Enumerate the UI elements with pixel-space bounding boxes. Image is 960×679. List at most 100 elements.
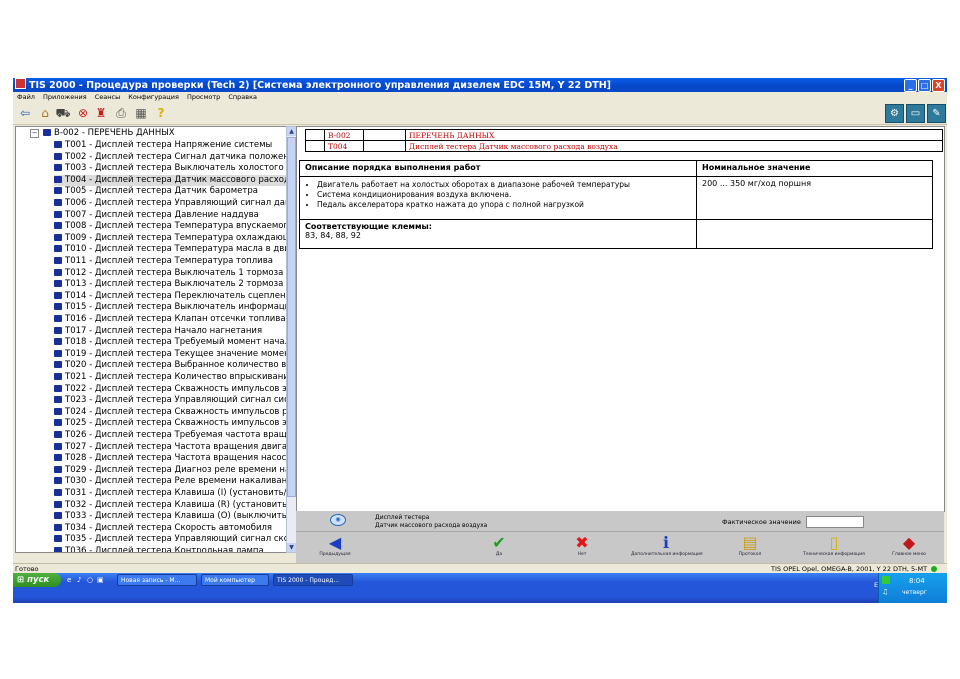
menu-sessions[interactable]: Сеансы: [95, 93, 120, 101]
tree-root[interactable]: − B-002 - ПЕРЕЧЕНЬ ДАННЫХ: [30, 128, 175, 138]
start-button[interactable]: ⊞ пуск: [13, 573, 61, 587]
tree-item[interactable]: T017 - Дисплей тестера Начало нагнетания: [54, 326, 262, 338]
media-icon[interactable]: ♪: [77, 576, 84, 584]
menu-view[interactable]: Просмотр: [187, 93, 220, 101]
main-menu-button[interactable]: ◆ Главное меню: [874, 532, 944, 557]
task-notepad[interactable]: Новая запись - М...: [117, 574, 197, 586]
menu-applications[interactable]: Приложения: [43, 93, 87, 101]
yes-button[interactable]: ✔ Да: [464, 532, 534, 557]
home-icon[interactable]: ⌂: [37, 105, 53, 121]
volume-icon[interactable]: ♫: [882, 588, 890, 596]
tree-item[interactable]: T010 - Дисплей тестера Температура масла…: [54, 244, 287, 256]
tree-item[interactable]: T011 - Дисплей тестера Температура топли…: [54, 256, 273, 268]
toolbar: ⇦ ⌂ ⛟ ⊗ ♜ ⎙ ▦ ? ⚙ ▭ ✎: [13, 102, 947, 125]
tree-item[interactable]: T002 - Дисплей тестера Сигнал датчика по…: [54, 151, 287, 164]
tree-item[interactable]: T005 - Дисплей тестера Датчик барометра: [54, 186, 258, 198]
book-icon: [54, 303, 62, 311]
network-icon[interactable]: [882, 576, 890, 584]
maximize-button[interactable]: □: [918, 79, 931, 92]
tree-item[interactable]: T032 - Дисплей тестера Клавиша (R) (уста…: [54, 499, 287, 512]
tree-item[interactable]: T015 - Дисплей тестера Выключатель инфор…: [54, 302, 286, 314]
tree-item[interactable]: T025 - Дисплей тестера Скважность импуль…: [54, 418, 286, 430]
tree-item-label: T032 - Дисплей тестера Клавиша (R) (уста…: [65, 499, 287, 510]
scroll-up-icon[interactable]: ▲: [287, 127, 296, 136]
book-icon[interactable]: ▦: [133, 105, 149, 121]
tree-item[interactable]: T035 - Дисплей тестера Управляющий сигна…: [54, 534, 286, 546]
book-icon: [54, 523, 62, 531]
tree-item[interactable]: T026 - Дисплей тестера Требуемая частота…: [54, 430, 286, 442]
tree-item[interactable]: T006 - Дисплей тестера Управляющий сигна…: [54, 198, 286, 210]
tree-item[interactable]: T031 - Дисплей тестера Клавиша (I) (уста…: [54, 488, 286, 500]
minimize-button[interactable]: _: [904, 79, 917, 92]
close-button[interactable]: X: [932, 79, 945, 92]
tree-item[interactable]: T023 - Дисплей тестера Управляющий сигна…: [54, 395, 286, 407]
tree-item[interactable]: T012 - Дисплей тестера Выключатель 1 тор…: [54, 268, 283, 280]
tree-item[interactable]: T001 - Дисплей тестера Напряжение систем…: [54, 140, 272, 152]
menu-configuration[interactable]: Конфигурация: [128, 93, 179, 101]
protocol-button[interactable]: ▤ Протокол: [715, 532, 785, 557]
settings-icon[interactable]: ✎: [927, 104, 946, 123]
book-icon: [54, 210, 62, 218]
tree-item[interactable]: T020 - Дисплей тестера Выбранное количес…: [54, 360, 286, 372]
tree-item[interactable]: T008 - Дисплей тестера Температура впуск…: [54, 221, 287, 233]
tree-item[interactable]: T018 - Дисплей тестера Требуемый момент …: [54, 337, 286, 349]
book-icon: [54, 222, 62, 230]
tree-item-label: T008 - Дисплей тестера Температура впуск…: [65, 221, 287, 232]
panel-line2: Датчик массового расхода воздуха: [375, 522, 488, 529]
tree-item[interactable]: T024 - Дисплей тестера Скважность импуль…: [54, 407, 286, 419]
tree-item-label: T010 - Дисплей тестера Температура масла…: [65, 244, 287, 255]
previous-button[interactable]: ◀ Предыдущая: [300, 532, 370, 557]
tree-item[interactable]: T021 - Дисплей тестера Количество впрыск…: [54, 372, 286, 384]
tree-item[interactable]: T036 - Дисплей тестера Контрольная лампа: [54, 546, 264, 552]
tree-item[interactable]: T016 - Дисплей тестера Клапан отсечки то…: [54, 314, 286, 326]
help-icon[interactable]: ?: [153, 105, 169, 121]
opera-icon[interactable]: ○: [87, 576, 94, 584]
book-icon: [54, 535, 62, 543]
taskbar: ⊞ пуск e ♪ ○ ▣ Новая запись - М... Мой к…: [13, 573, 947, 603]
tree-item[interactable]: T033 - Дисплей тестера Клавиша (O) (выкл…: [54, 511, 287, 523]
desktop-icon[interactable]: ▣: [97, 576, 104, 584]
tree-item[interactable]: T019 - Дисплей тестера Текущее значение …: [54, 348, 287, 361]
tree-item-label: T019 - Дисплей тестера Текущее значение …: [65, 348, 287, 359]
tree-item[interactable]: T009 - Дисплей тестера Температура охлаж…: [54, 233, 286, 245]
tree-item[interactable]: T007 - Дисплей тестера Давление наддува: [54, 210, 259, 222]
collapse-icon[interactable]: −: [30, 129, 39, 138]
tech2-icon[interactable]: ⚙: [885, 104, 904, 123]
tree-item-label: T034 - Дисплей тестера Скорость автомоби…: [65, 522, 273, 533]
ie-icon[interactable]: e: [67, 576, 74, 584]
tree-item[interactable]: T003 - Дисплей тестера Выключатель холос…: [54, 163, 286, 175]
scroll-down-icon[interactable]: ▼: [287, 543, 296, 552]
tree-item[interactable]: T029 - Дисплей тестера Диагноз реле врем…: [54, 465, 286, 477]
print-icon[interactable]: ⎙: [113, 105, 129, 121]
tree-item[interactable]: T013 - Дисплей тестера Выключатель 2 тор…: [54, 279, 283, 291]
task-my-computer[interactable]: Мой компьютер: [201, 574, 269, 586]
no-button[interactable]: ✖ Нет: [547, 532, 617, 557]
book-icon: [54, 419, 62, 427]
info-icon: ℹ: [662, 533, 670, 552]
tree-item-label: T033 - Дисплей тестера Клавиша (O) (выкл…: [65, 511, 287, 522]
car-icon[interactable]: ⛟: [55, 105, 71, 121]
book-icon: [54, 233, 62, 241]
tree-item[interactable]: T022 - Дисплей тестера Скважность импуль…: [54, 384, 286, 396]
menu-help[interactable]: Справка: [228, 93, 257, 101]
scroll-thumb[interactable]: [287, 137, 296, 497]
tree-item[interactable]: T030 - Дисплей тестера Реле времени нака…: [54, 476, 286, 488]
title-bar[interactable]: TIS 2000 - Процедура проверки (Tech 2) […: [13, 78, 947, 92]
tree-item[interactable]: T014 - Дисплей тестера Переключатель сце…: [54, 291, 286, 303]
col-description-header: Описание порядка выполнения работ: [299, 160, 697, 177]
clock-time[interactable]: 8:04: [909, 577, 925, 585]
exit-icon[interactable]: ⇦: [17, 105, 33, 121]
menu-file[interactable]: Файл: [17, 93, 35, 101]
tech-info-button[interactable]: ▯ Техническая информация: [799, 532, 869, 557]
more-info-button[interactable]: ℹ Дополнительная информация: [631, 532, 703, 557]
tree-item[interactable]: T027 - Дисплей тестера Частота вращения …: [54, 442, 286, 454]
stop-icon[interactable]: ⊗: [75, 105, 91, 121]
eye-icon: ◉: [330, 514, 346, 526]
tree-item[interactable]: T004 - Дисплей тестера Датчик массового …: [54, 174, 286, 187]
tree-item-label: T002 - Дисплей тестера Сигнал датчика по…: [65, 151, 287, 162]
tree-item[interactable]: T034 - Дисплей тестера Скорость автомоби…: [54, 523, 272, 535]
task-tis2000[interactable]: TIS 2000 - Процед...: [273, 574, 353, 586]
tree-item[interactable]: T028 - Дисплей тестера Частота вращения …: [54, 453, 286, 465]
person-icon[interactable]: ♜: [93, 105, 109, 121]
vehicle-icon[interactable]: ▭: [906, 104, 925, 123]
